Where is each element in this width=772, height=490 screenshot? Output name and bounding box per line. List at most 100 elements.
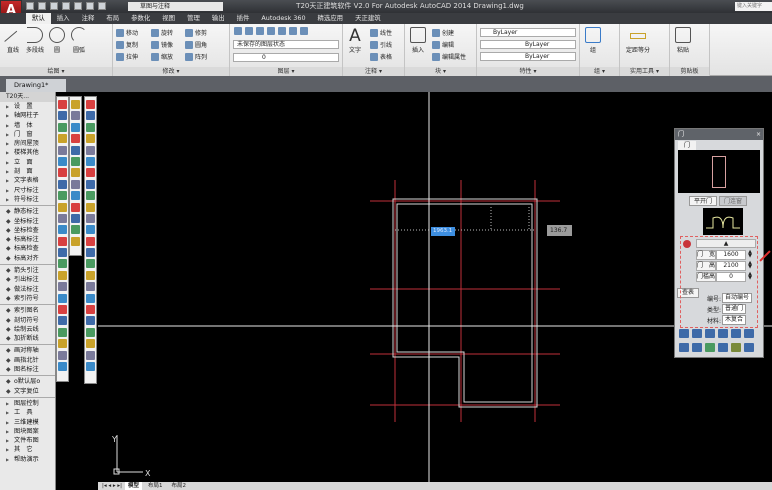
menu-item[interactable]: ◆ 箭头引注: [0, 266, 55, 275]
tab-output[interactable]: 输出: [206, 13, 231, 24]
palette-tool-icon[interactable]: [71, 156, 80, 166]
menu-item[interactable]: ▶ 剖 面: [0, 167, 55, 176]
insert-mode-icon[interactable]: [705, 343, 715, 352]
palette-tool-icon[interactable]: [86, 236, 95, 246]
insert-mode-icon[interactable]: [679, 343, 689, 352]
palette-tool-icon[interactable]: [86, 282, 95, 292]
tab-model[interactable]: 模型: [125, 482, 143, 490]
palette-tool-icon[interactable]: [58, 305, 67, 315]
menu-item[interactable]: ▶ 立 面: [0, 158, 55, 167]
document-tab-drawing1[interactable]: Drawing1*: [6, 79, 66, 92]
scale-button[interactable]: 缩放: [151, 52, 173, 61]
menu-item[interactable]: ◆ 做法标注: [0, 285, 55, 294]
menu-item[interactable]: ▶ 楼梯其他: [0, 148, 55, 157]
linetype-select[interactable]: ByLayer: [480, 40, 576, 49]
tab-layout[interactable]: 布局: [100, 13, 125, 24]
palette-tool-icon[interactable]: [86, 156, 95, 166]
menu-item[interactable]: ◆ 标高对齐: [0, 254, 55, 263]
menu-item[interactable]: ▶ 房间屋顶: [0, 139, 55, 148]
menu-item[interactable]: ▶ 设 置: [0, 102, 55, 111]
menu-item[interactable]: ▶ 工 具: [0, 408, 55, 417]
line-button[interactable]: 直线: [2, 27, 24, 54]
menu-item[interactable]: ◆ 加折断线: [0, 334, 55, 343]
dynamic-input-value[interactable]: 136.7: [547, 225, 572, 236]
palette-tool-icon[interactable]: [86, 350, 95, 360]
palette-tool-icon[interactable]: [86, 191, 95, 201]
redo-icon[interactable]: [98, 2, 106, 10]
copy-button[interactable]: 复制: [116, 40, 138, 49]
tab-door-window[interactable]: 门连窗: [719, 196, 747, 206]
palette-tool-icon[interactable]: [71, 122, 80, 132]
menu-item[interactable]: ◆ 标高标注: [0, 235, 55, 244]
leader-button[interactable]: 引线: [370, 40, 392, 49]
layer-state-select[interactable]: 未保存的图层状态: [233, 40, 339, 49]
layout-nav-buttons[interactable]: |◂ ◂ ▸ ▸|: [102, 482, 122, 490]
tab-insert[interactable]: 插入: [51, 13, 76, 24]
insert-mode-icon[interactable]: [718, 343, 728, 352]
close-icon[interactable]: ×: [756, 129, 761, 140]
palette-tool-icon[interactable]: [86, 100, 95, 109]
palette-tool-icon[interactable]: [58, 248, 67, 258]
palette-tool-icon[interactable]: [58, 145, 67, 155]
palette-tool-icon[interactable]: [86, 293, 95, 303]
tab-layout1[interactable]: 布局1: [145, 482, 166, 490]
palette-tool-icon[interactable]: [71, 168, 80, 178]
tab-parametric[interactable]: 参数化: [125, 13, 156, 24]
eyedropper-icon[interactable]: [744, 343, 754, 352]
palette-tool-icon[interactable]: [86, 202, 95, 212]
save-as-icon[interactable]: [62, 2, 70, 10]
palette-tool-icon[interactable]: [58, 361, 67, 371]
palette-tool-icon[interactable]: [86, 305, 95, 315]
palette-tool-icon[interactable]: [58, 168, 67, 178]
menu-item[interactable]: ◆ 文字复位: [0, 387, 55, 396]
edit-block-button[interactable]: 编辑: [432, 40, 454, 49]
palette-tool-icon[interactable]: [86, 122, 95, 132]
menu-item[interactable]: ◆ o默认层o: [0, 377, 55, 386]
palette-tool-icon[interactable]: [86, 168, 95, 178]
tab-tangent[interactable]: 天正建筑: [349, 13, 387, 24]
palette-tool-icon[interactable]: [58, 327, 67, 337]
palette-tool-icon[interactable]: [58, 111, 67, 121]
palette-tool-icon[interactable]: [71, 236, 80, 246]
insert-mode-icon[interactable]: [692, 329, 702, 338]
menu-item[interactable]: ◆ 索引符号: [0, 294, 55, 303]
menu-item[interactable]: ◆ 索引图名: [0, 306, 55, 315]
move-button[interactable]: 移动: [116, 28, 138, 37]
menu-item[interactable]: ▶ 帮助演示: [0, 455, 55, 464]
palette-tool-icon[interactable]: [58, 213, 67, 223]
menu-item[interactable]: ▶ 三维建模: [0, 418, 55, 427]
table-button[interactable]: 表格: [370, 52, 392, 61]
palette-tool-icon[interactable]: [58, 179, 67, 189]
tab-manage[interactable]: 管理: [181, 13, 206, 24]
new-icon[interactable]: [26, 2, 34, 10]
menu-item[interactable]: ◆ 坐标检查: [0, 226, 55, 235]
menu-item[interactable]: ▶ 图块图案: [0, 427, 55, 436]
palette-tool-icon[interactable]: [58, 282, 67, 292]
menu-item[interactable]: ▶ 门 窗: [0, 130, 55, 139]
palette-tool-icon[interactable]: [71, 111, 80, 121]
undo-icon[interactable]: [86, 2, 94, 10]
menu-item[interactable]: ▶ 尺寸标注: [0, 186, 55, 195]
edit-attributes-button[interactable]: 编辑属性: [432, 52, 466, 61]
palette-tool-icon[interactable]: [58, 202, 67, 212]
layer-icon[interactable]: [278, 27, 286, 35]
insert-mode-icon[interactable]: [705, 329, 715, 338]
current-layer-select[interactable]: 0: [233, 53, 339, 62]
tab-home[interactable]: 默认: [26, 13, 51, 24]
palette-tool-icon[interactable]: [86, 179, 95, 189]
rotate-button[interactable]: 旋转: [151, 28, 173, 37]
menu-item[interactable]: ▶ 文件布图: [0, 436, 55, 445]
menu-item[interactable]: ◆ 引出标注: [0, 275, 55, 284]
palette-tool-icon[interactable]: [86, 213, 95, 223]
palette-tool-icon[interactable]: [58, 270, 67, 280]
palette-tool-icon[interactable]: [86, 248, 95, 258]
palette-tool-icon[interactable]: [58, 316, 67, 326]
group-button[interactable]: 组: [582, 27, 604, 54]
menu-item[interactable]: ◆ 画指北针: [0, 356, 55, 365]
stretch-button[interactable]: 拉伸: [116, 52, 138, 61]
menu-item[interactable]: ◆ 静态标注: [0, 207, 55, 216]
palette-tool-icon[interactable]: [86, 270, 95, 280]
arc-button[interactable]: 圆弧: [68, 27, 90, 54]
palette-tool-icon[interactable]: [86, 145, 95, 155]
fillet-button[interactable]: 圆角: [185, 40, 207, 49]
